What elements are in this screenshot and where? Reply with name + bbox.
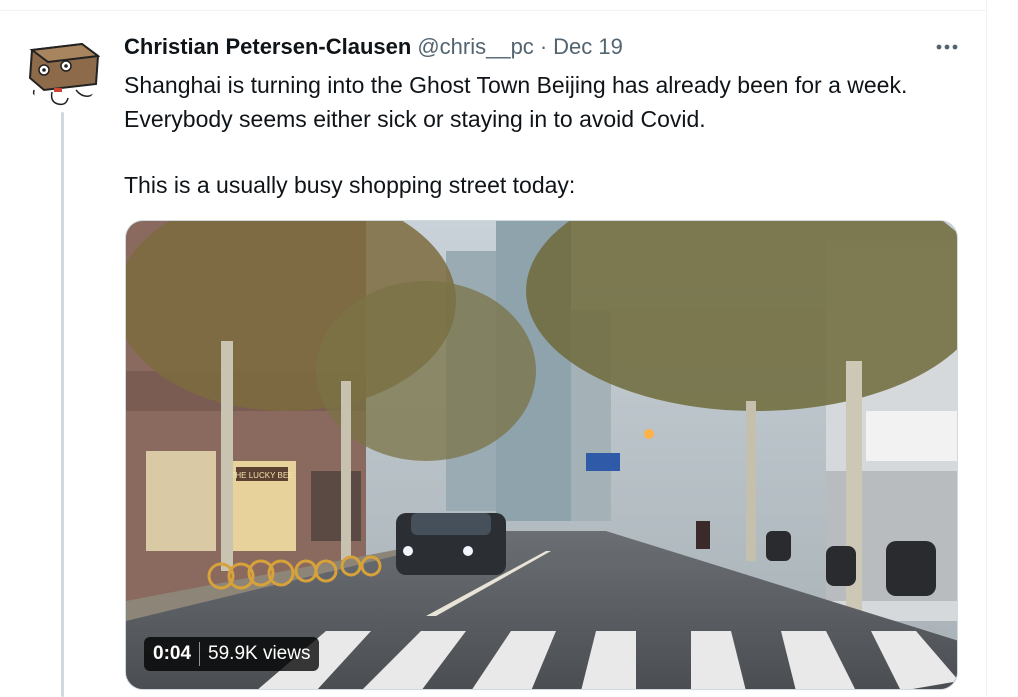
shop-sign-text: THE LUCKY BEE — [231, 471, 294, 480]
tweet-text-paragraph-1: Shanghai is turning into the Ghost Town … — [124, 72, 908, 132]
tweet-header: Christian Petersen-Clausen @chris__pc · … — [124, 30, 974, 64]
column-divider — [986, 0, 987, 697]
video-player[interactable]: THE LUCKY BEE 0:04 59.9K views — [125, 220, 958, 690]
video-frame-street-scene: THE LUCKY BEE — [126, 221, 957, 689]
avatar-cartoon-icon — [24, 30, 102, 108]
top-divider — [0, 10, 986, 11]
tweet-body: Christian Petersen-Clausen @chris__pc · … — [124, 30, 974, 202]
tweet-text-paragraph-2: This is a usually busy shopping street t… — [124, 172, 576, 198]
video-elapsed-time: 0:04 — [153, 643, 192, 664]
more-options-button[interactable] — [930, 30, 964, 64]
tweet-date[interactable]: Dec 19 — [553, 30, 623, 64]
video-view-count: 59.9K views — [208, 643, 311, 664]
video-stats-badge: 0:04 59.9K views — [144, 637, 320, 671]
header-separator: · — [539, 34, 548, 59]
more-horizontal-icon — [936, 44, 958, 50]
thread-connector-line — [61, 112, 64, 697]
author-name[interactable]: Christian Petersen-Clausen — [124, 30, 411, 64]
tweet-text: Shanghai is turning into the Ghost Town … — [124, 68, 944, 202]
badge-divider — [199, 642, 201, 666]
avatar[interactable] — [24, 30, 102, 108]
author-handle[interactable]: @chris__pc — [417, 30, 534, 64]
